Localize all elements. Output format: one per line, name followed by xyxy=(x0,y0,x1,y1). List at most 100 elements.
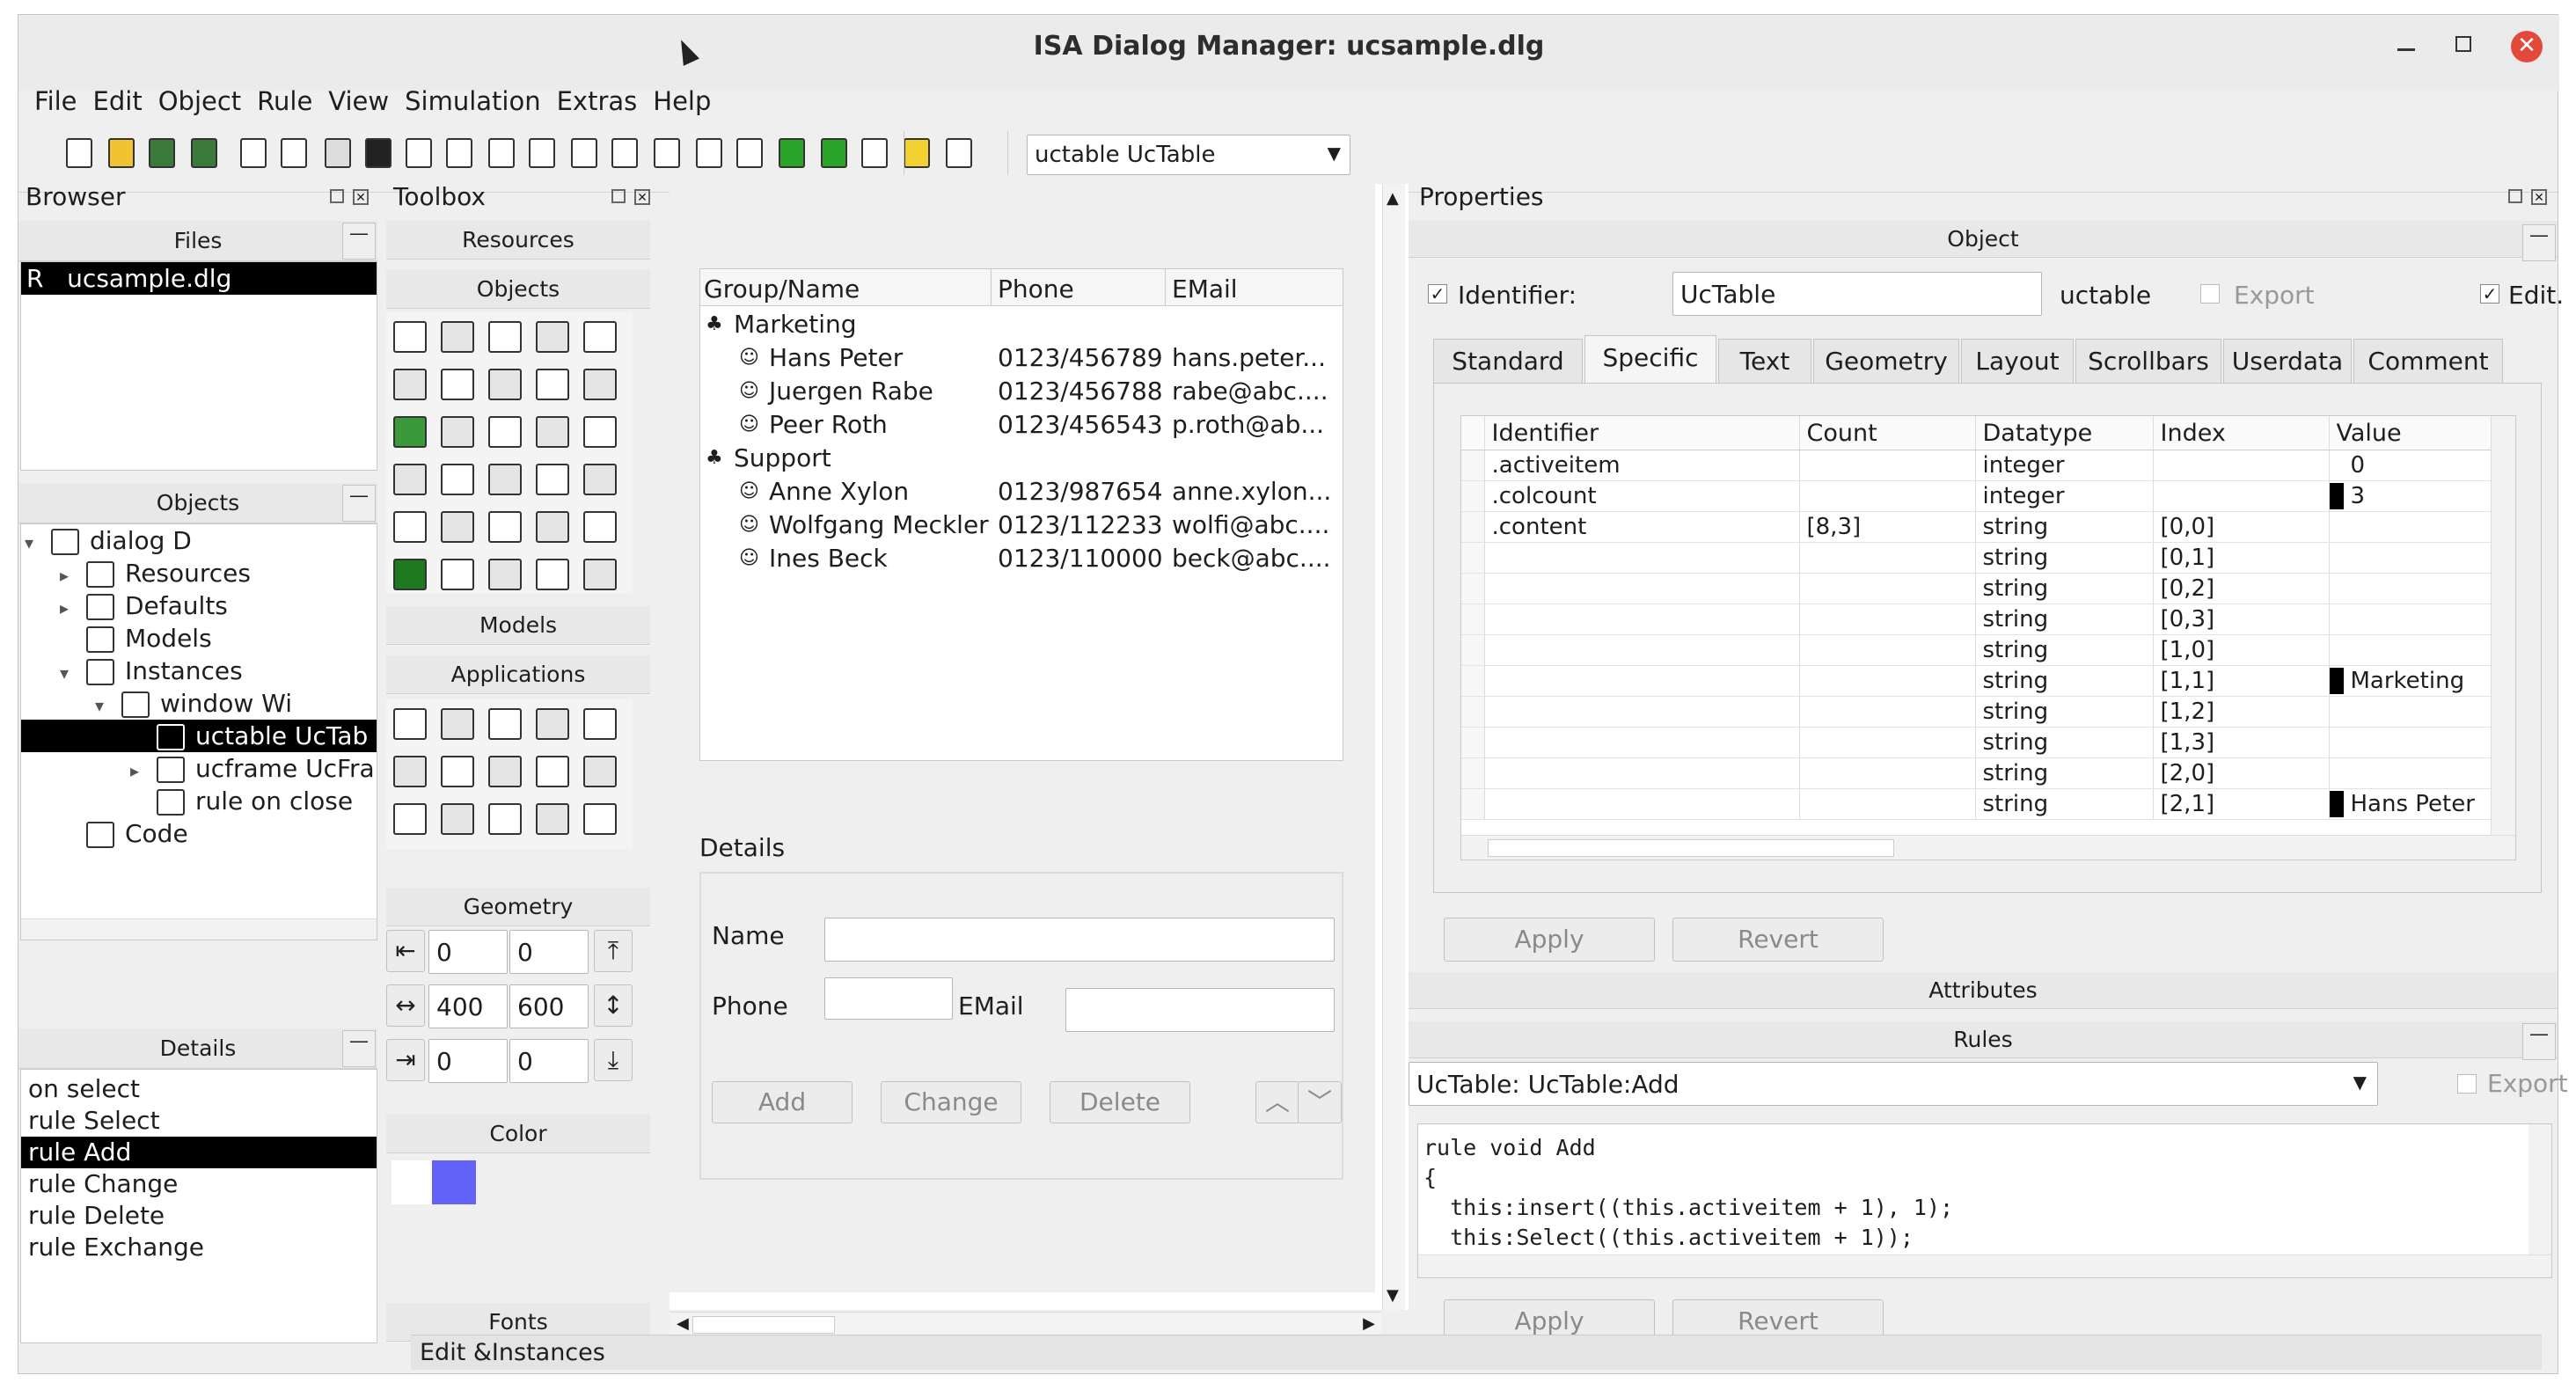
grid-cell[interactable] xyxy=(1484,634,1800,666)
object-tool-icon[interactable] xyxy=(441,464,474,495)
object-tool-icon[interactable] xyxy=(536,321,569,353)
grid-cell[interactable]: [0,3] xyxy=(2153,604,2330,635)
grid-value-cell[interactable] xyxy=(2329,542,2492,574)
grid-cell[interactable] xyxy=(1799,604,1976,635)
collapse-icon[interactable]: ⎺ xyxy=(342,485,376,522)
height-icon[interactable]: ↕ xyxy=(594,984,633,1027)
grid-cell[interactable] xyxy=(2153,480,2330,512)
geometry-field[interactable]: 600 xyxy=(509,984,589,1028)
import-icon[interactable] xyxy=(731,135,766,170)
grid-row[interactable]: string [2,1] Hans Peter xyxy=(1461,788,2492,820)
collapse-icon[interactable]: ⎺ xyxy=(342,223,376,260)
application-tool-icon[interactable] xyxy=(441,803,474,835)
move-up-button[interactable]: ︿ xyxy=(1255,1081,1299,1123)
edit-checkbox[interactable]: ✓ xyxy=(2480,284,2499,304)
collapse-icon[interactable]: ⎺ xyxy=(2522,224,2556,261)
object-tool-icon[interactable] xyxy=(536,511,569,543)
align-bottom-icon[interactable]: ⤓ xyxy=(594,1039,633,1081)
align-left-icon[interactable]: ⇤ xyxy=(386,930,425,972)
details-item[interactable]: rule Add xyxy=(21,1137,377,1168)
attributes-header[interactable]: Attributes xyxy=(1409,972,2558,1009)
object-tool-icon[interactable] xyxy=(441,369,474,400)
export-checkbox[interactable] xyxy=(2200,284,2220,304)
column-header[interactable]: Phone xyxy=(998,274,1074,304)
menu-help[interactable]: Help xyxy=(653,78,711,124)
geometry-field[interactable]: 0 xyxy=(509,930,589,974)
move-down-button[interactable]: ﹀ xyxy=(1298,1081,1342,1123)
close-panel-icon[interactable]: ✕ xyxy=(2531,189,2547,205)
application-tool-icon[interactable] xyxy=(441,708,474,740)
delete-button[interactable]: Delete xyxy=(1050,1081,1190,1123)
application-tool-icon[interactable] xyxy=(393,708,427,740)
details-item[interactable]: on select xyxy=(21,1073,377,1105)
tree-item[interactable]: ▸ Defaults xyxy=(21,589,377,622)
tab-specific[interactable]: Specific xyxy=(1584,335,1716,385)
object-tool-icon[interactable] xyxy=(441,321,474,353)
object-tool-icon[interactable] xyxy=(583,321,617,353)
tree-item[interactable]: ▸ Resources xyxy=(21,557,377,589)
color-swatch-blue[interactable] xyxy=(432,1160,476,1204)
geometry-header[interactable]: Geometry xyxy=(386,888,650,926)
application-tool-icon[interactable] xyxy=(488,708,522,740)
float-icon[interactable] xyxy=(330,189,344,203)
grid-column-header[interactable]: Value xyxy=(2329,416,2492,450)
code-hscroll[interactable] xyxy=(1418,1255,2551,1277)
collapse-icon[interactable]: ⎺ xyxy=(342,1030,376,1067)
tree-item[interactable]: uctable UcTab xyxy=(21,720,377,752)
grid-cell[interactable] xyxy=(1484,757,1800,789)
grid-cell[interactable]: [1,2] xyxy=(2153,696,2330,728)
application-tool-icon[interactable] xyxy=(536,708,569,740)
tree-hscroll[interactable] xyxy=(21,918,377,940)
grid-cell[interactable]: string xyxy=(1975,542,2154,574)
grid-cell[interactable]: string xyxy=(1975,511,2154,543)
cut-icon[interactable] xyxy=(235,135,270,170)
pointer-icon[interactable] xyxy=(360,135,395,170)
geometry-field[interactable]: 0 xyxy=(509,1039,589,1083)
layout-icon[interactable] xyxy=(691,135,726,170)
tab-text[interactable]: Text xyxy=(1718,339,1811,384)
tree-item[interactable]: ▾ dialog D xyxy=(21,524,377,557)
object-tool-icon[interactable] xyxy=(583,511,617,543)
table-row[interactable]: ☺ Wolfgang Meckler 0123/112233 wolfi@abc...… xyxy=(700,508,1343,542)
grid-column-header[interactable]: Index xyxy=(2153,416,2330,450)
application-tool-icon[interactable] xyxy=(536,803,569,835)
grid-value-cell[interactable] xyxy=(2329,604,2492,635)
grid-cell[interactable]: integer xyxy=(1975,450,2154,481)
grid-cell[interactable] xyxy=(1799,727,1976,758)
grid-value-cell[interactable] xyxy=(2329,511,2492,543)
email-input[interactable] xyxy=(1065,988,1335,1032)
grid-cell[interactable] xyxy=(1484,573,1800,604)
tab-layout[interactable]: Layout xyxy=(1961,339,2074,384)
align-top-icon[interactable]: ⤒ xyxy=(594,930,633,972)
object-tool-icon[interactable] xyxy=(536,416,569,448)
color-header[interactable]: Color xyxy=(386,1115,650,1153)
grid-cell[interactable]: string xyxy=(1975,604,2154,635)
grid-cell[interactable] xyxy=(1799,696,1976,728)
table-row[interactable]: ☺ Anne Xylon 0123/987654 anne.xylon... xyxy=(700,475,1343,508)
object-tool-icon[interactable] xyxy=(393,464,427,495)
object-tool-icon[interactable] xyxy=(441,511,474,543)
test-run-icon[interactable] xyxy=(773,135,809,170)
grid-row[interactable]: string [1,3] xyxy=(1461,727,2492,758)
grid-cell[interactable] xyxy=(1799,480,1976,512)
close-panel-icon[interactable]: ✕ xyxy=(634,189,650,205)
apply-button[interactable]: Apply xyxy=(1444,918,1655,962)
rule-combo[interactable]: UcTable: UcTable:Add ▼ xyxy=(1409,1062,2378,1106)
grid-cell[interactable] xyxy=(1799,450,1976,481)
geometry-field[interactable]: 0 xyxy=(428,1039,508,1083)
menu-object[interactable]: Object xyxy=(158,78,241,124)
menu-view[interactable]: View xyxy=(328,78,389,124)
tree-item[interactable]: ▸ ucframe UcFra xyxy=(21,752,377,785)
grid-value-cell[interactable]: Marketing xyxy=(2329,665,2492,697)
grid-cell[interactable]: [1,1] xyxy=(2153,665,2330,697)
object-tool-icon[interactable] xyxy=(393,416,427,448)
new-file-icon[interactable] xyxy=(61,135,96,170)
object-tool-icon[interactable] xyxy=(488,559,522,590)
expand-toggle-icon[interactable]: ▸ xyxy=(130,755,157,787)
file-item[interactable]: R ucsample.dlg xyxy=(21,262,377,295)
column-header[interactable]: EMail xyxy=(1172,274,1238,304)
application-tool-icon[interactable] xyxy=(488,756,522,787)
grid-cell[interactable]: .content xyxy=(1484,511,1800,543)
table-row[interactable]: ☺ Peer Roth 0123/456543 p.roth@ab... xyxy=(700,408,1343,442)
grid-cell[interactable] xyxy=(1484,788,1800,820)
